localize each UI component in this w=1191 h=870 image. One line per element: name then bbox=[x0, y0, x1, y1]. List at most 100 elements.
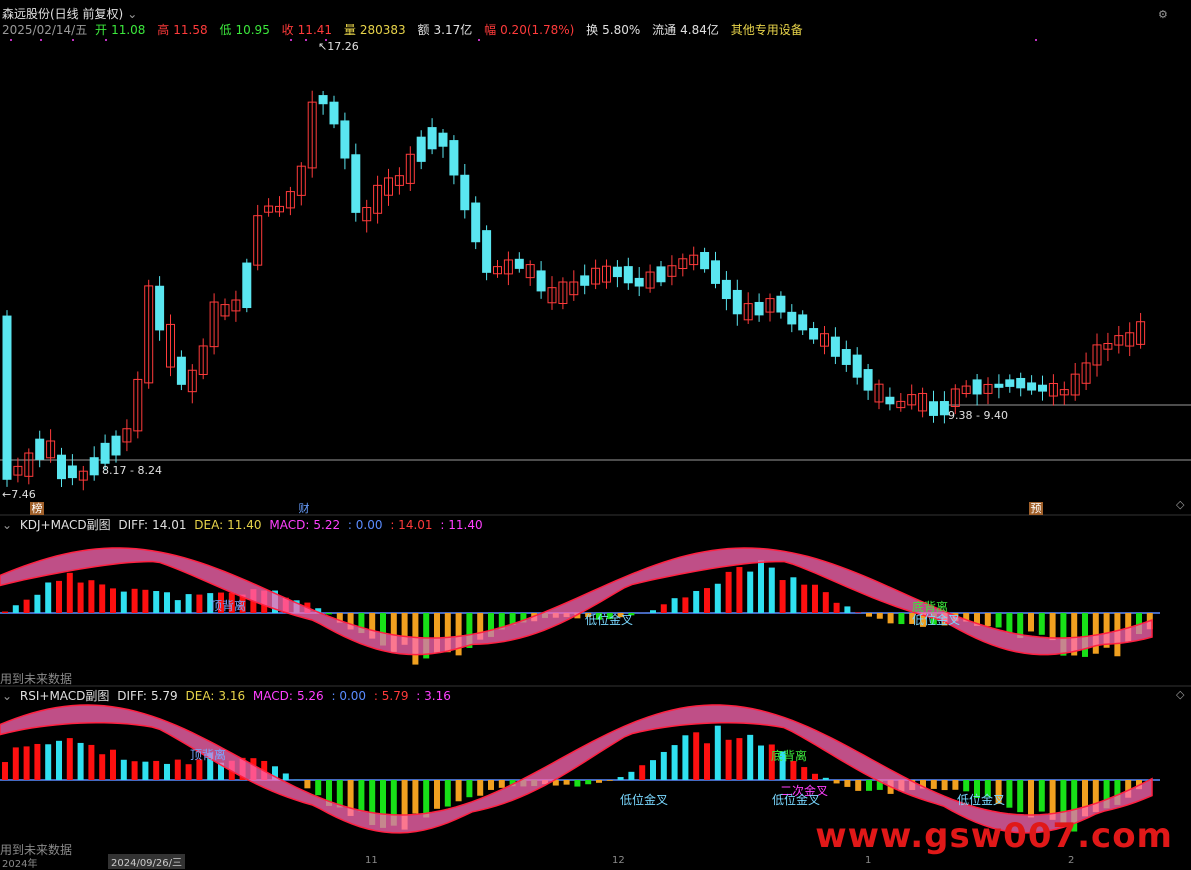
p2-macd: 5.26 bbox=[297, 689, 324, 703]
axis-month-1: 1 bbox=[865, 855, 871, 866]
p2-ann-gold3: 低位金叉 bbox=[957, 791, 1005, 809]
macd-bar bbox=[942, 780, 948, 790]
candle-body bbox=[886, 397, 894, 404]
macd-bar bbox=[628, 772, 634, 780]
macd-bar bbox=[726, 740, 732, 780]
panel1-header[interactable]: ⌄ KDJ+MACD副图 DIFF:14.01 DEA:11.40 MACD:5… bbox=[2, 516, 487, 534]
macd-bar bbox=[24, 600, 30, 613]
p1-v2: : 14.01 bbox=[390, 518, 432, 532]
macd-bar bbox=[844, 780, 850, 787]
candle-body bbox=[58, 455, 66, 478]
macd-bar bbox=[704, 743, 710, 780]
macd-bar bbox=[661, 752, 667, 780]
signal-dot bbox=[72, 39, 74, 41]
axis-month-12: 12 bbox=[612, 855, 625, 866]
macd-bar bbox=[596, 780, 602, 783]
candle-body bbox=[842, 350, 850, 365]
macd-bar bbox=[196, 595, 202, 613]
candle-body bbox=[36, 439, 44, 459]
rank-badge[interactable]: 榜 bbox=[30, 502, 44, 515]
macd-bar bbox=[1006, 613, 1012, 633]
candle-body bbox=[1017, 378, 1025, 387]
macd-bar bbox=[34, 595, 40, 613]
candle-body bbox=[864, 370, 872, 391]
candle-body bbox=[439, 133, 447, 146]
macd-bar bbox=[67, 573, 73, 613]
p1-dea-label: DEA: bbox=[194, 518, 223, 532]
macd-bar bbox=[186, 764, 192, 780]
candle-body bbox=[777, 296, 785, 312]
macd-bar bbox=[985, 613, 991, 626]
macd-bar bbox=[477, 780, 483, 796]
signal-dot bbox=[305, 39, 307, 41]
p1-ann-gold2: 低位金叉 bbox=[912, 611, 960, 629]
p2-v3: : 3.16 bbox=[416, 689, 451, 703]
macd-bar bbox=[67, 738, 73, 780]
forecast-badge[interactable]: 预 bbox=[1029, 502, 1043, 515]
macd-bar bbox=[715, 584, 721, 613]
macd-bar bbox=[88, 745, 94, 780]
macd-bar bbox=[24, 746, 30, 780]
macd-bar bbox=[963, 780, 969, 791]
p1-macd: 5.22 bbox=[313, 518, 340, 532]
panel2-name[interactable]: RSI+MACD副图 bbox=[20, 689, 110, 703]
candle-body bbox=[156, 286, 164, 330]
signal-dot bbox=[40, 39, 42, 41]
macd-bar bbox=[1028, 780, 1034, 817]
p1-ann-topdiv: 顶背离 bbox=[210, 597, 246, 615]
candle-body bbox=[853, 355, 861, 377]
macd-bar bbox=[78, 743, 84, 780]
candle-body bbox=[177, 357, 185, 384]
macd-bar bbox=[607, 780, 613, 781]
macd-bar bbox=[726, 572, 732, 613]
macd-bar bbox=[952, 780, 958, 790]
candle-body bbox=[68, 466, 76, 478]
macd-bar bbox=[682, 597, 688, 613]
panel1-name[interactable]: KDJ+MACD副图 bbox=[20, 518, 111, 532]
candle-body bbox=[613, 267, 621, 276]
candle-body bbox=[472, 203, 480, 242]
candle-body bbox=[973, 380, 981, 394]
panel-collapse-icon-2[interactable]: ⌄ bbox=[2, 689, 12, 703]
macd-bar bbox=[747, 735, 753, 780]
p1-ann-gold1: 低位金叉 bbox=[585, 611, 633, 629]
ribbon-band bbox=[0, 705, 1152, 833]
finance-badge[interactable]: 财 bbox=[297, 502, 311, 515]
macd-bar bbox=[693, 591, 699, 613]
candle-body bbox=[112, 436, 120, 455]
macd-bar bbox=[704, 588, 710, 613]
candle-body bbox=[461, 175, 469, 209]
candle-body bbox=[515, 259, 523, 268]
macd-bar bbox=[574, 780, 580, 787]
macd-bar bbox=[618, 777, 624, 780]
macd-bar bbox=[466, 780, 472, 797]
macd-bar bbox=[996, 613, 1002, 627]
candle-body bbox=[319, 96, 327, 104]
macd-bar bbox=[790, 577, 796, 613]
rsi-macd-panel-plot bbox=[0, 705, 1160, 833]
axis-date[interactable]: 2024/09/26/三 bbox=[108, 854, 185, 869]
macd-bar bbox=[337, 780, 343, 807]
macd-bar bbox=[1039, 613, 1045, 635]
candle-body bbox=[1028, 383, 1036, 390]
macd-bar bbox=[585, 780, 591, 784]
macd-bar bbox=[326, 613, 332, 614]
p1-diff-label: DIFF: bbox=[118, 518, 148, 532]
p2-macd-label: MACD: bbox=[253, 689, 293, 703]
candle-body bbox=[810, 329, 818, 339]
macd-bar bbox=[358, 780, 364, 811]
macd-bar bbox=[1093, 613, 1099, 654]
macd-bar bbox=[650, 760, 656, 780]
macd-bar bbox=[812, 774, 818, 780]
stock-chart-canvas[interactable] bbox=[0, 0, 1191, 865]
candle-body bbox=[341, 121, 349, 158]
macd-bar bbox=[866, 613, 872, 617]
p1-macd-label: MACD: bbox=[269, 518, 309, 532]
panel2-header[interactable]: ⌄ RSI+MACD副图 DIFF:5.79 DEA:3.16 MACD:5.2… bbox=[2, 687, 455, 705]
panel-collapse-icon[interactable]: ⌄ bbox=[2, 518, 12, 532]
p2-dea-label: DEA: bbox=[186, 689, 215, 703]
macd-bar bbox=[34, 744, 40, 780]
axis-month-2: 2 bbox=[1068, 855, 1074, 866]
ribbon-band bbox=[0, 548, 1152, 655]
candle-body bbox=[712, 261, 720, 284]
